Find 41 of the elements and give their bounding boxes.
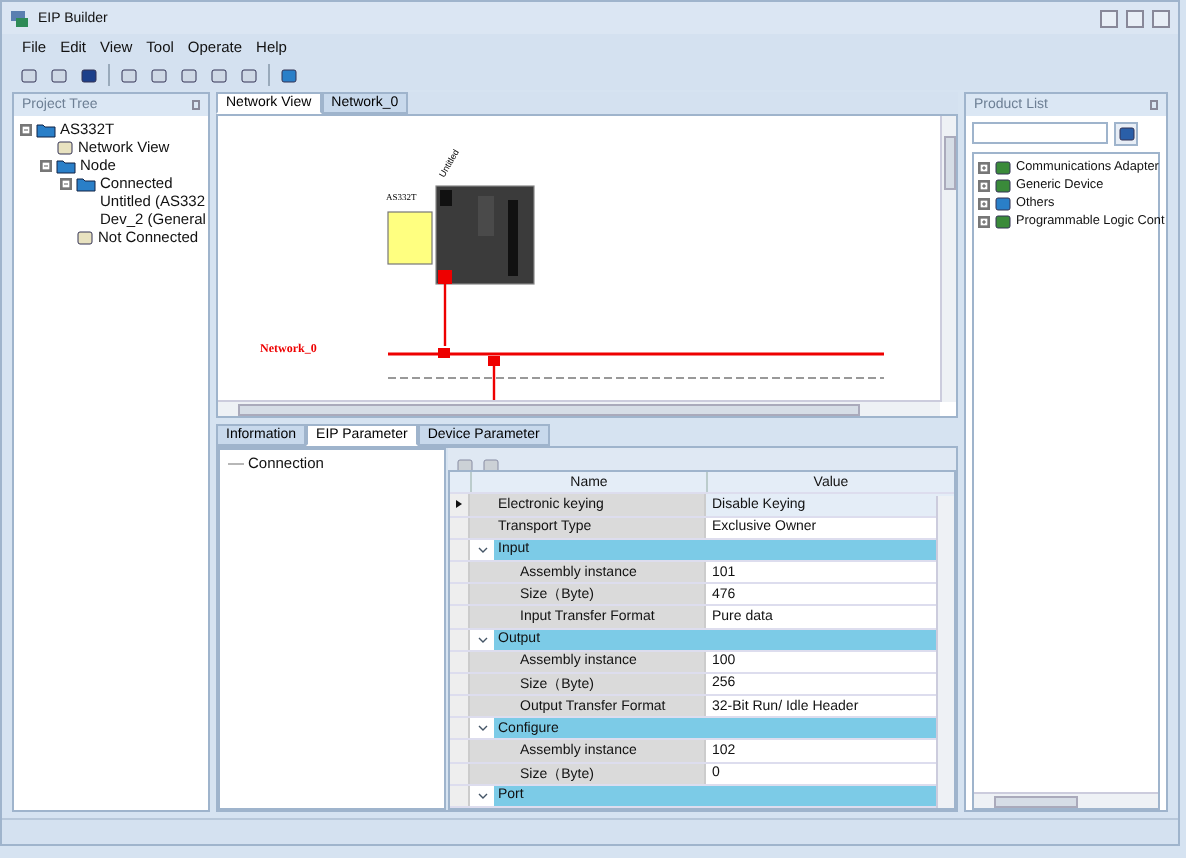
device-icon [76, 229, 94, 245]
import-button[interactable] [118, 64, 140, 86]
drop-line [492, 366, 496, 400]
open-folder-button[interactable] [48, 64, 70, 86]
search-button[interactable] [1114, 122, 1138, 146]
chevron-icon[interactable] [470, 539, 494, 560]
expand-icon[interactable] [978, 161, 990, 173]
app-icon [10, 9, 30, 27]
tree-line [228, 461, 244, 465]
search-field[interactable] [972, 122, 1108, 144]
connection-line [443, 284, 447, 346]
close-button[interactable] [1152, 9, 1170, 27]
pin-icon[interactable] [1150, 100, 1158, 110]
arrow-up-button[interactable] [208, 64, 230, 86]
row-header[interactable] [450, 494, 470, 516]
device-block-drawing[interactable] [387, 185, 535, 285]
maximize-button[interactable] [1126, 9, 1144, 27]
expand-icon[interactable] [978, 197, 990, 209]
save-button[interactable] [78, 64, 100, 86]
expand-icon[interactable] [978, 215, 990, 227]
arrow-down-button[interactable] [238, 64, 260, 86]
expand-icon[interactable] [978, 179, 990, 191]
device-icon [56, 139, 74, 155]
new-file-button[interactable] [18, 64, 40, 86]
collapse-icon[interactable] [20, 123, 32, 135]
collapse-icon[interactable] [40, 159, 52, 171]
collapse-icon[interactable] [60, 177, 72, 189]
network-bus-line[interactable] [388, 348, 884, 366]
horizontal-scrollbar[interactable] [974, 792, 1158, 808]
gear-button[interactable] [278, 64, 300, 86]
horizontal-scrollbar[interactable] [218, 400, 940, 416]
current-row-icon [456, 500, 462, 509]
chevron-icon[interactable] [470, 629, 494, 650]
minimize-button[interactable] [1100, 9, 1118, 27]
download-button[interactable] [148, 64, 170, 86]
chevron-icon[interactable] [470, 785, 494, 806]
chevron-icon[interactable] [470, 718, 494, 739]
vertical-scrollbar[interactable] [940, 116, 956, 402]
upload-button[interactable] [178, 64, 200, 86]
pin-icon[interactable] [192, 100, 200, 110]
vertical-scrollbar[interactable] [936, 496, 954, 808]
